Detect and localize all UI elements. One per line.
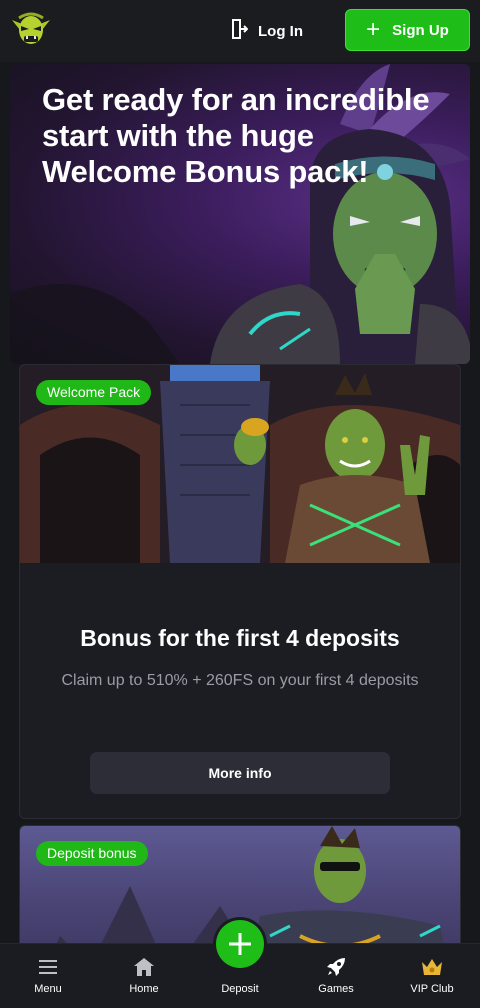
signup-button[interactable]: + Sign Up xyxy=(345,9,470,51)
promo-image: Welcome Pack xyxy=(20,365,460,563)
nav-vip-club[interactable]: VIP Club xyxy=(392,944,472,1008)
promo-card-welcome[interactable]: Welcome Pack Bonus for the first 4 depos… xyxy=(19,364,461,819)
nav-games[interactable]: Games xyxy=(296,944,376,1008)
more-info-button[interactable]: More info xyxy=(90,752,390,794)
plus-icon xyxy=(229,933,251,955)
login-door-icon xyxy=(228,18,249,45)
nav-label: Home xyxy=(129,983,159,995)
login-button[interactable]: Log In xyxy=(228,16,303,46)
signup-label: Sign Up xyxy=(392,21,449,39)
nav-home[interactable]: Home xyxy=(104,944,184,1008)
home-icon xyxy=(133,956,155,978)
goblin-logo-icon[interactable] xyxy=(10,10,52,50)
promo-badge: Deposit bonus xyxy=(36,841,148,866)
nav-label: Games xyxy=(318,983,354,995)
crown-icon xyxy=(421,956,443,978)
plus-icon: + xyxy=(366,16,381,43)
login-label: Log In xyxy=(258,22,303,40)
hero-banner[interactable]: Get ready for an incredible start with t… xyxy=(10,64,470,364)
nav-label: VIP Club xyxy=(410,983,454,995)
menu-icon xyxy=(37,956,59,978)
rocket-icon xyxy=(325,956,347,978)
promo-title: Bonus for the first 4 deposits xyxy=(80,625,400,651)
nav-label: Menu xyxy=(34,983,62,995)
deposit-fab-button[interactable] xyxy=(216,920,264,968)
nav-label: Deposit xyxy=(221,983,259,995)
top-header: Log In + Sign Up xyxy=(0,0,480,62)
page: Log In + Sign Up Get ready for an incred… xyxy=(0,0,480,1008)
promo-subtitle: Claim up to 510% + 260FS on your first 4… xyxy=(61,672,419,689)
hero-title: Get ready for an incredible start with t… xyxy=(42,82,430,189)
nav-menu[interactable]: Menu xyxy=(8,944,88,1008)
promo-badge: Welcome Pack xyxy=(36,380,152,405)
